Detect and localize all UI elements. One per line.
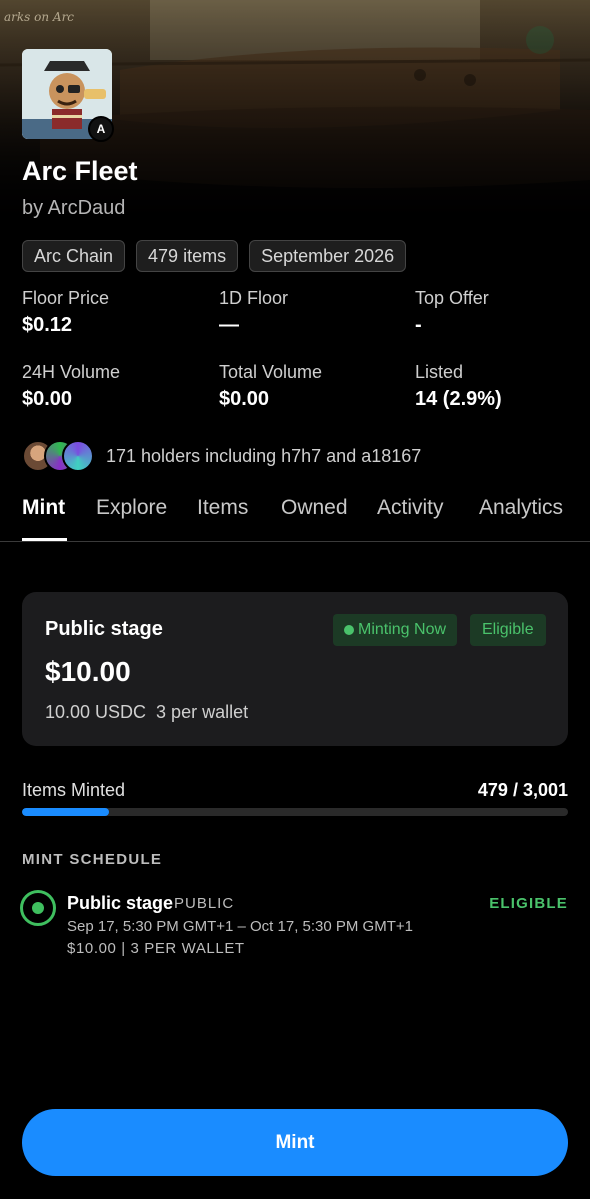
- radio-active-icon: [20, 890, 56, 926]
- arc-logo-icon: A: [88, 116, 114, 142]
- schedule-stage-tag: PUBLIC: [174, 895, 235, 912]
- stat-1d-floor: 1D Floor —: [219, 288, 409, 337]
- schedule-dates: Sep 17, 5:30 PM GMT+1 – Oct 17, 5:30 PM …: [67, 918, 413, 935]
- stage-price: $10.00: [45, 656, 131, 687]
- mint-progress-fill: [22, 808, 110, 816]
- tab-items[interactable]: Items: [197, 496, 248, 520]
- chip-date: September 2026: [249, 240, 407, 272]
- schedule-status: ELIGIBLE: [489, 895, 568, 912]
- banner-caption: arks on Arc: [4, 10, 75, 24]
- schedule-price: $10.00 | 3 PER WALLET: [67, 940, 245, 957]
- stat-value: $0.12: [22, 314, 73, 336]
- chip-items: 479 items: [136, 240, 239, 272]
- avatar: [62, 440, 94, 472]
- holders-row[interactable]: 171 holders including h7h7 and a18167: [22, 438, 421, 474]
- schedule-stage-name: Public stage: [67, 893, 174, 913]
- tab-analytics[interactable]: Analytics: [479, 496, 563, 520]
- active-tab-indicator: [22, 538, 67, 541]
- stat-label: 1D Floor: [219, 288, 289, 308]
- stat-value: 14 (2.9%): [415, 388, 502, 410]
- stat-label: Listed: [415, 362, 464, 382]
- items-minted-value: 479 / 3,001: [477, 780, 568, 800]
- mint-schedule-header: MINT SCHEDULE: [22, 851, 163, 868]
- holder-avatars: [22, 438, 94, 474]
- stat-value: $0.00: [219, 388, 270, 410]
- chip-chain[interactable]: Arc Chain: [22, 240, 126, 272]
- stat-floor-price: Floor Price $0.12: [22, 288, 212, 337]
- collection-chips: Arc Chain 479 items September 2026: [22, 240, 407, 272]
- minting-now-label: Minting Now: [358, 621, 447, 638]
- stat-listed: Listed 14 (2.9%): [415, 362, 590, 411]
- tab-mint[interactable]: Mint: [22, 496, 65, 520]
- tab-activity[interactable]: Activity: [377, 496, 444, 520]
- eligible-badge: Eligible: [470, 614, 546, 646]
- stat-top-offer: Top Offer -: [415, 288, 590, 337]
- collection-tabs: Mint Explore Items Owned Activity Analyt…: [0, 490, 590, 542]
- stat-value: $0.00: [22, 388, 73, 410]
- stat-24h-volume: 24H Volume $0.00: [22, 362, 212, 411]
- tab-explore[interactable]: Explore: [96, 496, 167, 520]
- stage-details: 10.00 USDC 3 per wallet: [45, 702, 249, 722]
- stage-card: Public stage Minting Now Eligible $10.00…: [22, 592, 568, 746]
- collection-title: Arc Fleet: [22, 156, 138, 186]
- items-minted-label: Items Minted: [22, 780, 126, 800]
- minting-now-badge: Minting Now: [333, 614, 458, 646]
- stat-value: —: [219, 314, 239, 336]
- mint-button[interactable]: Mint: [22, 1109, 568, 1176]
- mint-progress-bar: [22, 808, 568, 816]
- stat-label: Total Volume: [219, 362, 323, 382]
- stage-title: Public stage: [45, 618, 163, 640]
- creator-link[interactable]: by ArcDaud: [22, 197, 125, 220]
- stat-label: Floor Price: [22, 288, 110, 308]
- stat-value: -: [415, 314, 422, 336]
- stat-label: Top Offer: [415, 288, 489, 308]
- stat-total-volume: Total Volume $0.00: [219, 362, 409, 411]
- live-dot-icon: [344, 625, 354, 635]
- stat-label: 24H Volume: [22, 362, 121, 382]
- tab-owned[interactable]: Owned: [281, 496, 348, 520]
- holders-text: 171 holders including h7h7 and a18167: [106, 445, 422, 466]
